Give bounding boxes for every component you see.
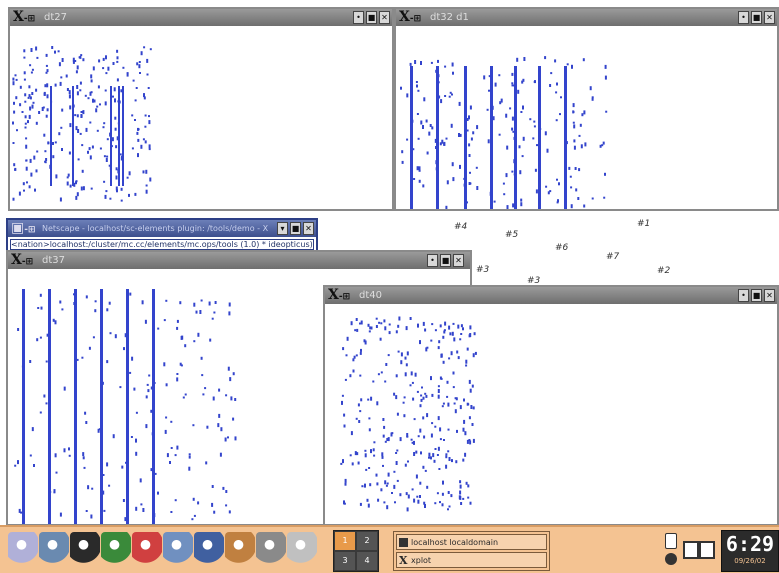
task-list: localhost localdomain X xplot <box>393 531 550 571</box>
maximize-button[interactable]: ■ <box>366 11 377 24</box>
minimize-button[interactable]: • <box>738 11 749 24</box>
location-field[interactable]: <nation>localhost:/cluster/mc.cc/element… <box>10 239 314 250</box>
window-titlebar[interactable]: X-⊞ dt40 • ■ ✕ <box>325 287 777 304</box>
people-icon[interactable] <box>163 532 193 564</box>
workspace-3[interactable]: 3 <box>335 552 355 570</box>
gnome-foot-icon[interactable] <box>8 532 38 564</box>
window-title: dt27 <box>44 12 67 23</box>
minimize-button[interactable]: ▾ <box>277 222 288 235</box>
monitor-icon[interactable] <box>683 541 699 559</box>
window-title: dt32 d1 <box>430 12 469 23</box>
system-tray <box>663 531 715 569</box>
desktop-label: #5 <box>505 230 519 240</box>
close-button[interactable]: ✕ <box>764 11 775 24</box>
window-browser[interactable]: ▣-⊞ Netscape - localhost/sc-elements plu… <box>6 218 318 252</box>
plot-area[interactable] <box>396 26 777 209</box>
desktop-label: #7 <box>606 252 620 262</box>
task-item[interactable]: localhost localdomain <box>396 534 547 550</box>
terminal-icon[interactable] <box>101 532 131 564</box>
window-mid-right[interactable]: X-⊞ dt40 • ■ ✕ <box>323 285 779 526</box>
close-button[interactable]: ✕ <box>379 11 390 24</box>
x-logo-icon: X <box>399 554 408 567</box>
pencil-icon[interactable] <box>287 532 317 564</box>
window-title: Netscape - localhost/sc-elements plugin:… <box>42 224 269 233</box>
clock-date: 09/26/02 <box>734 557 766 565</box>
minimize-button[interactable]: • <box>353 11 364 24</box>
globe-icon[interactable] <box>194 532 224 564</box>
maximize-button[interactable]: ■ <box>440 254 451 267</box>
close-button[interactable]: ✕ <box>303 222 314 235</box>
close-button[interactable]: ✕ <box>453 254 464 267</box>
cursor-icon[interactable] <box>70 532 100 564</box>
window-title: dt40 <box>359 290 382 301</box>
lock-icon[interactable] <box>665 533 677 549</box>
close-button[interactable]: ✕ <box>764 289 775 302</box>
plot-area[interactable] <box>10 26 392 209</box>
window-top-left[interactable]: X-⊞ dt27 • ■ ✕ <box>8 7 394 211</box>
desktop-label: #1 <box>637 219 651 229</box>
minimize-button[interactable]: • <box>427 254 438 267</box>
terminal-icon <box>399 538 408 547</box>
window-titlebar[interactable]: X-⊞ dt27 • ■ ✕ <box>10 9 392 26</box>
workspace-4[interactable]: 4 <box>357 552 377 570</box>
clock-time: 6:29 <box>725 532 775 556</box>
compass-icon[interactable] <box>39 532 69 564</box>
plot-area[interactable] <box>325 304 777 524</box>
maximize-button[interactable]: ■ <box>751 289 762 302</box>
tools-icon[interactable] <box>256 532 286 564</box>
workspace-2[interactable]: 2 <box>357 532 377 550</box>
task-label: localhost localdomain <box>411 538 499 547</box>
lifesaver-icon[interactable] <box>132 532 162 564</box>
monitor-icon[interactable] <box>699 541 715 559</box>
workspace-pager[interactable]: 1 2 3 4 <box>333 530 379 572</box>
window-top-right[interactable]: X-⊞ dt32 d1 • ■ ✕ <box>394 7 779 211</box>
desktop-label: #6 <box>555 243 569 253</box>
task-item[interactable]: X xplot <box>396 552 547 568</box>
window-title: dt37 <box>42 255 65 266</box>
power-icon[interactable] <box>665 553 677 565</box>
maximize-button[interactable]: ■ <box>290 222 301 235</box>
workspace-1[interactable]: 1 <box>335 532 355 550</box>
browser-logo-icon: ▣-⊞ <box>11 220 36 236</box>
desktop-label: #3 <box>476 265 490 275</box>
taskbar: 1 2 3 4 localhost localdomain X xplot 6:… <box>0 525 779 573</box>
window-titlebar[interactable]: ▣-⊞ Netscape - localhost/sc-elements plu… <box>8 220 316 237</box>
window-titlebar[interactable]: X-⊞ dt32 d1 • ■ ✕ <box>396 9 777 26</box>
window-titlebar[interactable]: X-⊞ dt37 • ■ ✕ <box>8 252 470 269</box>
minimize-button[interactable]: • <box>738 289 749 302</box>
task-label: xplot <box>411 556 432 565</box>
desktop-label: #2 <box>657 266 671 276</box>
desktop-label: #4 <box>454 222 468 232</box>
maximize-button[interactable]: ■ <box>751 11 762 24</box>
paint-icon[interactable] <box>225 532 255 564</box>
clock[interactable]: 6:29 09/26/02 <box>721 530 779 572</box>
